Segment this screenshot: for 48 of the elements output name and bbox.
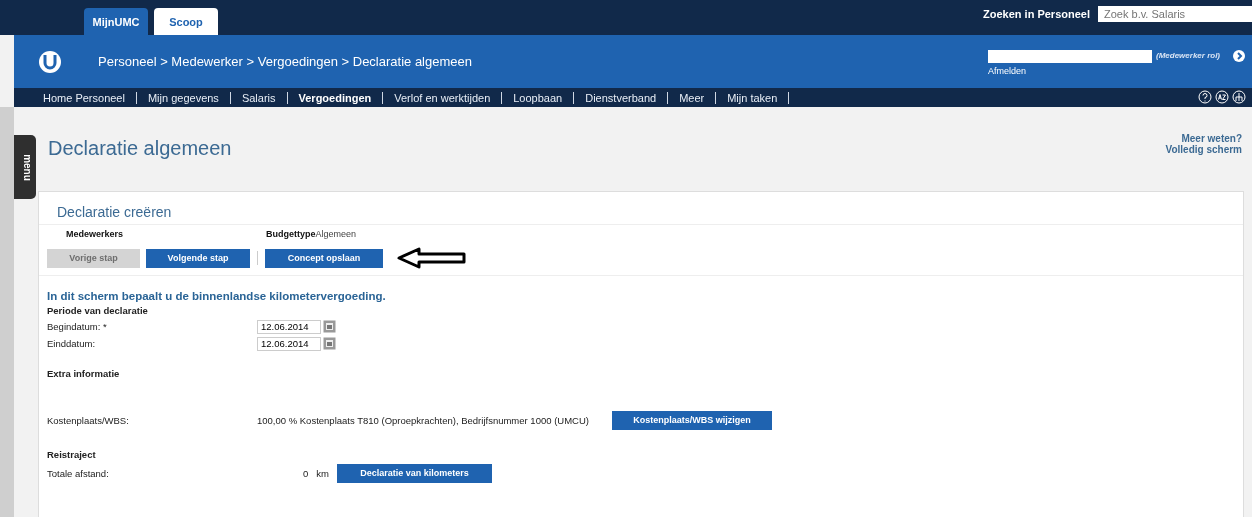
help-icon[interactable] — [1198, 90, 1212, 104]
nav-item[interactable]: Vergoedingen — [287, 91, 383, 104]
distance-value: 0 — [303, 467, 309, 479]
sitemap-icon[interactable] — [1232, 90, 1246, 104]
cost-value: 100,00 % Kostenplaats T810 (Oproepkrachten), Bedrijfsnummer 1000 (UMCU) — [257, 414, 590, 426]
intro-text: In dit scherm bepaalt u de binnenlandse kilometervergoeding. — [47, 290, 387, 302]
info-field: Medewerkers — [66, 229, 266, 239]
nav-item[interactable]: Loopbaan — [502, 91, 574, 104]
unit-label: km — [316, 467, 329, 479]
date-field[interactable]: 12.06.2014 — [257, 319, 321, 334]
menu-tab[interactable]: menu — [14, 135, 36, 199]
breadcrumb: Personeel > Medewerker > Vergoedingen > Declaratie algemeen — [98, 54, 472, 69]
app-tab[interactable]: Scoop — [154, 8, 218, 35]
field-label: Einddatum: — [47, 338, 97, 349]
field-label: Kostenplaats/WBS: — [47, 414, 130, 426]
section-heading: Reistraject — [47, 449, 97, 460]
calendar-icon[interactable] — [323, 337, 336, 350]
role-label: (Medewerker rol) — [1156, 51, 1221, 60]
arrow-circle-icon[interactable] — [1232, 49, 1246, 63]
declare-km-button[interactable]: Declaratie van kilometers — [337, 463, 492, 483]
step-button[interactable]: Concept opslaan — [265, 248, 383, 268]
section-title: Declaratie creëren — [57, 204, 173, 220]
side-link[interactable]: Meer weten? — [1165, 133, 1242, 144]
left-arrow-icon — [397, 247, 467, 269]
page-title: Declaratie algemeen — [48, 136, 232, 161]
section-heading: Periode van declaratie — [47, 305, 149, 316]
field-label: Begindatum: * — [47, 321, 108, 332]
app-tab[interactable]: MijnUMC — [84, 8, 148, 35]
search-label: Zoeken in Personeel — [983, 8, 1090, 20]
side-link[interactable]: Volledig scherm — [1165, 144, 1242, 155]
search-field[interactable]: Zoek b.v. Salaris — [1098, 6, 1252, 22]
logout-link[interactable]: Afmelden — [988, 66, 1152, 76]
nav-item[interactable]: Mijn gegevens — [136, 91, 230, 104]
role-field[interactable] — [988, 50, 1152, 63]
calendar-icon[interactable] — [323, 320, 336, 333]
nav-item[interactable]: Dienstverband — [574, 91, 668, 104]
step-button[interactable]: Volgende stap — [146, 248, 250, 268]
section-heading: Extra informatie — [47, 368, 121, 379]
nav-item[interactable]: Salaris — [230, 91, 287, 104]
info-field: BudgettypeAlgemeen — [266, 229, 357, 239]
nav-item[interactable]: Mijn taken — [716, 91, 789, 104]
date-field[interactable]: 12.06.2014 — [257, 336, 321, 351]
az-icon[interactable] — [1215, 90, 1229, 104]
nav-item[interactable]: Meer — [668, 91, 716, 104]
change-cost-button[interactable]: Kostenplaats/WBS wijzigen — [612, 410, 772, 430]
nav-item[interactable]: Home Personeel — [32, 91, 136, 104]
nav-item[interactable]: Verlof en werktijden — [383, 91, 502, 104]
field-label: Totale afstand: — [47, 467, 110, 479]
